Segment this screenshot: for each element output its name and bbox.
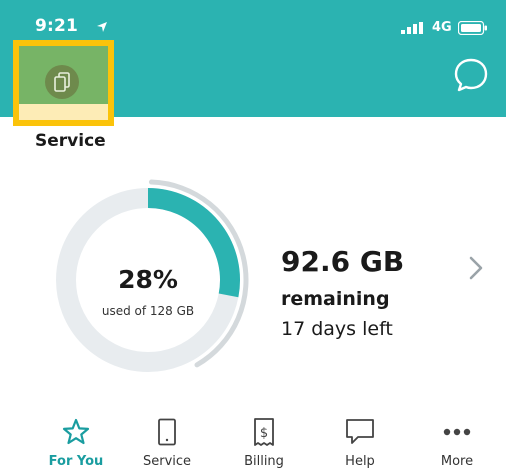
chat-icon [454, 58, 488, 92]
highlight-strip [19, 104, 108, 120]
service-device-button[interactable] [13, 40, 114, 126]
chat-button[interactable] [450, 54, 492, 96]
tab-label: Billing [244, 454, 284, 469]
chat-bubble-icon [346, 419, 374, 444]
bottom-tab-bar: For You Service $ Billing Help More [0, 400, 506, 469]
signal-icon [401, 22, 423, 34]
tab-billing[interactable]: $ Billing [214, 400, 314, 469]
tab-more[interactable]: More [407, 400, 506, 469]
chevron-right-icon[interactable] [468, 255, 484, 281]
bill-icon: $ [254, 418, 274, 446]
tab-label: Help [345, 454, 375, 469]
usage-percent: 28% [118, 265, 178, 294]
more-icon [443, 428, 471, 436]
device-icon [54, 72, 70, 92]
svg-text:$: $ [260, 426, 268, 441]
tab-for-you[interactable]: For You [26, 400, 126, 469]
tab-help[interactable]: Help [310, 400, 410, 469]
page-title: Service [35, 131, 106, 151]
tab-service[interactable]: Service [117, 400, 217, 469]
battery-icon [458, 21, 487, 35]
status-time: 9:21 [35, 16, 79, 36]
star-icon [62, 418, 90, 445]
remaining-label: remaining [281, 288, 390, 310]
network-type: 4G [432, 20, 452, 35]
usage-caption: used of 128 GB [101, 304, 195, 318]
tab-label: More [440, 454, 474, 469]
phone-icon [158, 418, 176, 446]
remaining-amount: 92.6 GB [281, 245, 405, 278]
tab-label: Service [142, 454, 192, 469]
tab-label: For You [48, 454, 104, 469]
location-arrow-icon [97, 22, 107, 32]
service-device-avatar [45, 65, 79, 99]
days-left: 17 days left [281, 318, 393, 340]
